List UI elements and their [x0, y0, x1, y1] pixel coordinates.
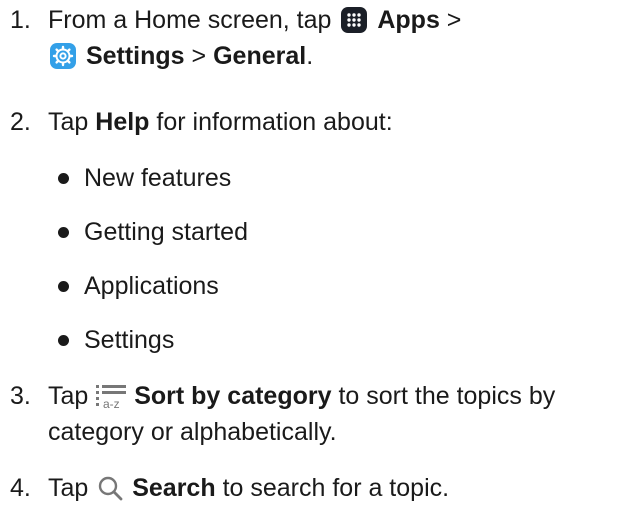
apps-label: Apps	[377, 6, 440, 34]
settings-label: Settings	[85, 42, 185, 70]
step-number: 1.	[10, 6, 31, 34]
separator: >	[446, 6, 462, 34]
step-text: Tap	[48, 108, 89, 136]
step-4: 4. Tap Search to search for a topic.	[10, 470, 630, 506]
step-1-line-1: From a Home screen, tap Apps >	[48, 2, 461, 43]
period: .	[306, 42, 314, 70]
bullet-text: New features	[84, 164, 232, 192]
general-label: General	[213, 42, 307, 70]
step-text: category or alphabetically.	[48, 418, 337, 446]
bullet-text: Applications	[84, 272, 219, 300]
step-number: 3.	[10, 382, 31, 410]
list-item: Settings	[58, 322, 458, 358]
bullet-text: Settings	[84, 326, 175, 354]
list-item: New features	[58, 160, 458, 196]
step-text: From a Home screen, tap	[48, 6, 332, 34]
sort-label: Sort by category	[134, 382, 332, 410]
step-3: 3. Tap a-z Sort by category to sort the …	[10, 378, 640, 450]
settings-gear-icon	[50, 43, 76, 79]
apps-grid-icon	[341, 7, 368, 43]
bullet-dot	[58, 335, 69, 346]
step-1-line-2: Settings > General.	[50, 38, 313, 79]
bullet-text: Getting started	[84, 218, 248, 246]
separator: >	[191, 42, 207, 70]
step-2: 2. Tap Help for information about:	[10, 104, 630, 140]
list-item: Applications	[58, 268, 458, 304]
search-label: Search	[132, 474, 216, 502]
bullet-dot	[58, 281, 69, 292]
step-number: 2.	[10, 108, 31, 136]
step-text: Tap	[48, 474, 89, 502]
bullet-dot	[58, 173, 69, 184]
step-text: Tap	[48, 382, 89, 410]
svg-text:a-z: a-z	[103, 397, 120, 409]
step-text: for information about:	[156, 108, 393, 136]
bullet-dot	[58, 227, 69, 238]
list-item: Getting started	[58, 214, 458, 250]
step-1: 1. From a Home screen, tap Apps > Settin…	[10, 2, 630, 82]
help-label: Help	[95, 108, 150, 136]
step-number: 4.	[10, 474, 31, 502]
step-text: to search for a topic.	[222, 474, 450, 502]
step-text: to sort the topics by	[338, 382, 556, 410]
